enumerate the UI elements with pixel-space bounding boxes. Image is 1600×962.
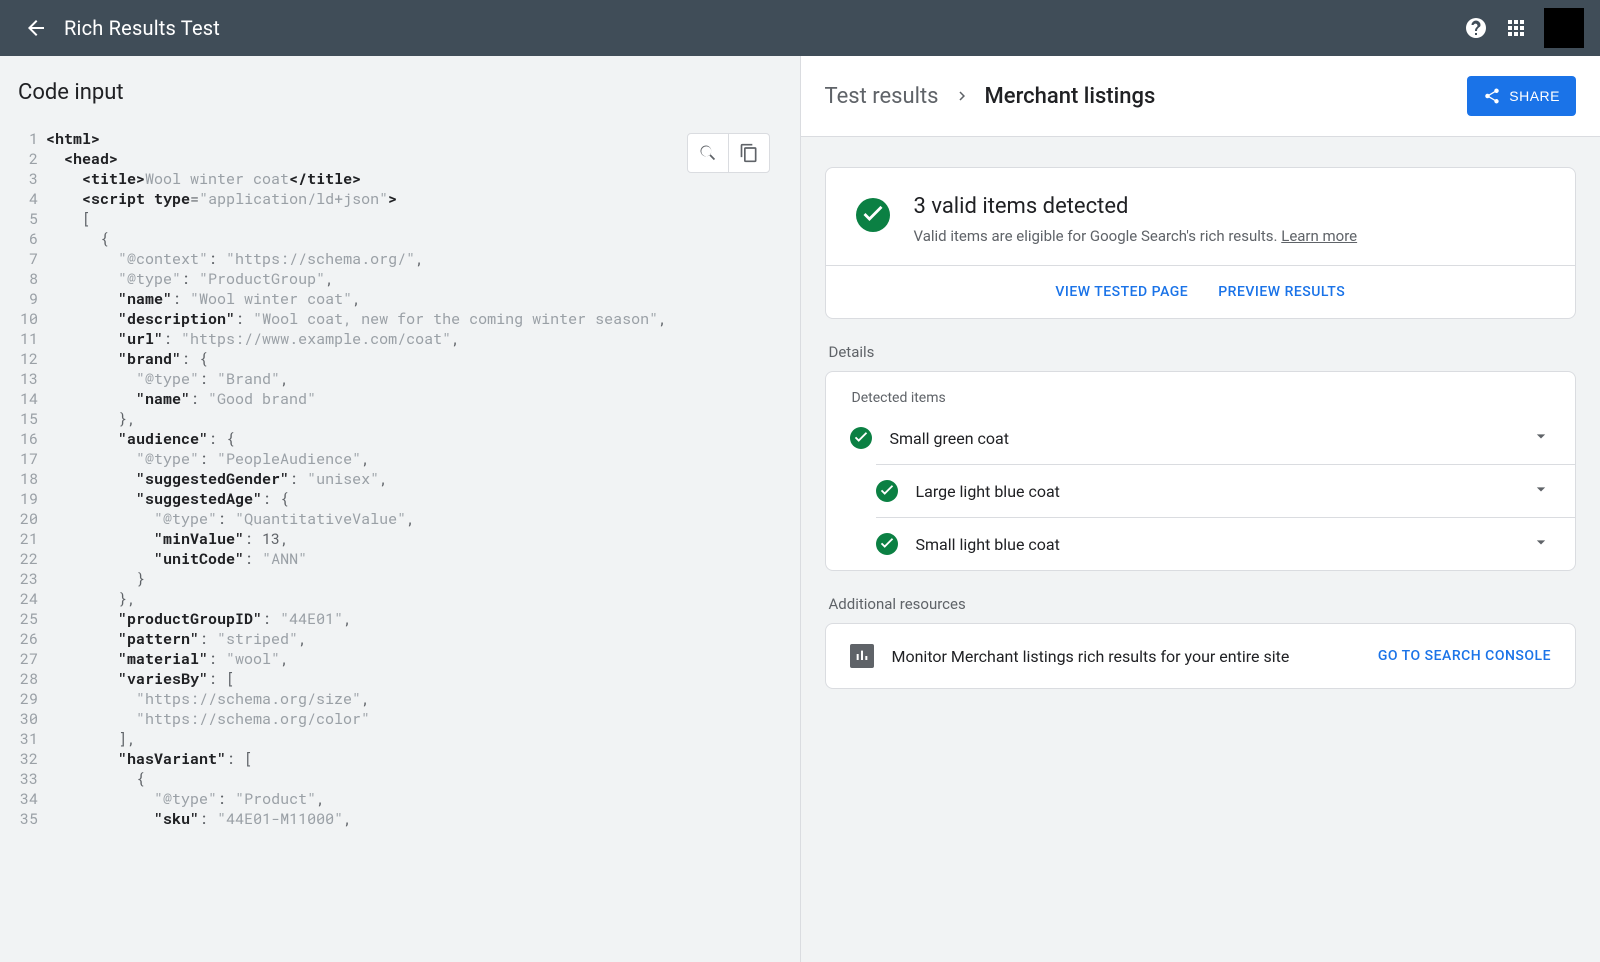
- resource-row: Monitor Merchant listings rich results f…: [826, 624, 1576, 688]
- chevron-down-icon: [1531, 426, 1551, 446]
- code-content[interactable]: <html> <head> <title>Wool winter coat</t…: [46, 123, 800, 835]
- breadcrumb-current: Merchant listings: [985, 84, 1156, 109]
- detected-item-row[interactable]: Small light blue coat: [876, 517, 1576, 570]
- share-icon: [1483, 87, 1501, 105]
- arrow-left-icon: [24, 16, 48, 40]
- bar-chart-icon: [854, 648, 870, 664]
- check-circle-icon: [876, 533, 898, 555]
- help-icon: [1464, 16, 1488, 40]
- chevron-down-icon: [1531, 532, 1551, 552]
- resources-section-label: Additional resources: [829, 595, 1577, 613]
- go-to-search-console-link[interactable]: GO TO SEARCH CONSOLE: [1378, 648, 1551, 664]
- breadcrumb-separator: [953, 87, 971, 105]
- summary-card: 3 valid items detected Valid items are e…: [825, 167, 1577, 319]
- detected-items-heading: Detected items: [826, 372, 1576, 412]
- apps-icon: [1504, 16, 1528, 40]
- detected-item-row[interactable]: Small green coat: [826, 412, 1576, 464]
- apps-button[interactable]: [1496, 8, 1536, 48]
- chevron-right-icon: [953, 87, 971, 105]
- detected-item-name: Small green coat: [890, 429, 1532, 448]
- account-avatar[interactable]: [1544, 8, 1584, 48]
- help-button[interactable]: [1456, 8, 1496, 48]
- line-number-gutter: 1234567891011121314151617181920212223242…: [0, 123, 46, 835]
- code-editor[interactable]: 1234567891011121314151617181920212223242…: [0, 123, 800, 962]
- results-header: Test results Merchant listings SHARE: [801, 56, 1600, 137]
- expand-toggle[interactable]: [1531, 426, 1551, 450]
- valid-badge: [856, 198, 890, 245]
- share-button-label: SHARE: [1509, 88, 1560, 104]
- detected-item-name: Large light blue coat: [916, 482, 1532, 501]
- app-title: Rich Results Test: [64, 16, 220, 40]
- analytics-icon-box: [850, 644, 874, 668]
- copy-icon: [739, 143, 759, 163]
- view-tested-page-button[interactable]: VIEW TESTED PAGE: [1055, 284, 1188, 300]
- detected-items-card: Detected items Small green coat Large lig…: [825, 371, 1577, 571]
- share-button[interactable]: SHARE: [1467, 76, 1576, 116]
- resource-text: Monitor Merchant listings rich results f…: [892, 647, 1378, 666]
- search-icon: [698, 143, 718, 163]
- code-toolbar: [687, 133, 770, 173]
- resources-card: Monitor Merchant listings rich results f…: [825, 623, 1577, 689]
- detected-item-row[interactable]: Large light blue coat: [876, 464, 1576, 517]
- breadcrumb-root[interactable]: Test results: [825, 84, 939, 109]
- expand-toggle[interactable]: [1531, 532, 1551, 556]
- check-circle-icon: [876, 480, 898, 502]
- details-section-label: Details: [829, 343, 1577, 361]
- check-circle-icon: [856, 198, 890, 232]
- expand-toggle[interactable]: [1531, 479, 1551, 503]
- check-circle-icon: [850, 427, 872, 449]
- summary-title: 3 valid items detected: [914, 194, 1358, 219]
- summary-subtitle: Valid items are eligible for Google Sear…: [914, 227, 1358, 245]
- topbar: Rich Results Test: [0, 0, 1600, 56]
- results-pane: Test results Merchant listings SHARE 3 v…: [800, 56, 1600, 962]
- code-input-heading: Code input: [0, 56, 800, 123]
- search-code-button[interactable]: [688, 134, 728, 172]
- detected-item-name: Small light blue coat: [916, 535, 1532, 554]
- chevron-down-icon: [1531, 479, 1551, 499]
- code-input-pane: Code input 12345678910111213141516171819…: [0, 56, 800, 962]
- copy-code-button[interactable]: [728, 134, 769, 172]
- back-button[interactable]: [16, 8, 56, 48]
- preview-results-button[interactable]: PREVIEW RESULTS: [1218, 284, 1345, 300]
- learn-more-link[interactable]: Learn more: [1281, 227, 1357, 245]
